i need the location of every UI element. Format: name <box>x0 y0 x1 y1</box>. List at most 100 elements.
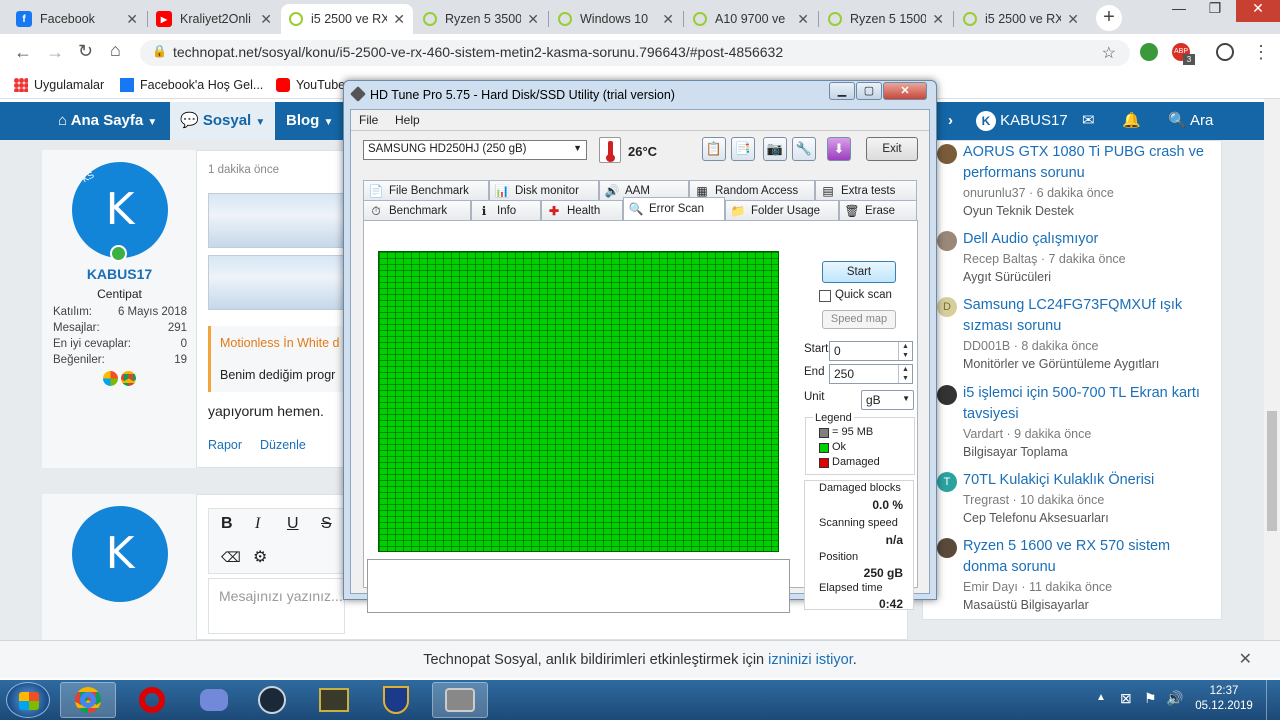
tab-0[interactable]: f Facebook ✕ <box>8 4 146 34</box>
unit-select[interactable]: gB ▼ <box>861 390 914 410</box>
copy-all-icon[interactable]: 📑 <box>731 137 755 161</box>
notification-permission-link[interactable]: izninizi istiyor <box>768 652 853 668</box>
spin-arrows-icon[interactable]: ▲ ▼ <box>898 365 912 383</box>
close-window-button[interactable]: ✕ <box>1236 0 1280 22</box>
new-tab-button[interactable]: + <box>1096 5 1122 31</box>
start-scan-button[interactable]: Start <box>822 261 896 283</box>
edit-link[interactable]: Düzenle <box>260 438 306 452</box>
sidebar-thread[interactable]: AORUS GTX 1080 Ti PUBG crash ve performa… <box>937 142 1217 220</box>
menu-dots-icon[interactable]: ⋮ <box>1252 42 1270 63</box>
sidebar-thread[interactable]: D Samsung LC24FG73FQMXUf ışık sızması sor… <box>937 295 1217 373</box>
italic-icon[interactable]: I <box>255 515 260 533</box>
thread-title[interactable]: 70TL Kulakiçi Kulaklık Önerisi <box>963 470 1217 491</box>
bell-icon[interactable]: 🔔 <box>1122 102 1141 140</box>
network-icon[interactable]: ⊠ <box>1120 690 1132 707</box>
forward-icon[interactable]: → <box>46 42 64 63</box>
tab-6[interactable]: Ryzen 5 1500 ✕ <box>820 4 952 34</box>
bookmark-youtube[interactable]: YouTube <box>276 78 345 92</box>
thread-title[interactable]: AORUS GTX 1080 Ti PUBG crash ve performa… <box>963 142 1217 184</box>
taskbar-opera[interactable] <box>124 682 180 718</box>
save-download-icon[interactable]: ⬇ <box>827 137 851 161</box>
tab-1[interactable]: ▶ Kraliyet2Onli ✕ <box>148 4 280 34</box>
taskbar-discord[interactable] <box>186 682 242 718</box>
sidebar-thread[interactable]: Ryzen 5 1600 ve RX 570 sistem donma soru… <box>937 536 1217 614</box>
gear-icon[interactable]: ⚙ <box>253 547 267 567</box>
screenshot-camera-icon[interactable]: 📷 <box>763 137 787 161</box>
thread-forum[interactable]: Monitörler ve Görüntüleme Aygıtları <box>963 355 1217 373</box>
maximize-button[interactable]: ❐ <box>1198 0 1232 22</box>
tray-chevron-icon[interactable]: ▲ <box>1096 692 1106 703</box>
page-scrollbar[interactable] <box>1264 99 1280 640</box>
tab-health[interactable]: ✚ Health <box>541 200 623 220</box>
thread-forum[interactable]: Masaüstü Bilgisayarlar <box>963 596 1217 614</box>
tab-folder-usage[interactable]: 📁 Folder Usage <box>725 200 839 220</box>
tab-5[interactable]: A10 9700 ve ✕ <box>685 4 817 34</box>
drive-select[interactable]: SAMSUNG HD250HJ (250 gB) ▼ <box>363 140 587 160</box>
quote-author[interactable]: Motionless İn White d <box>220 336 340 350</box>
scrollbar-thumb[interactable] <box>1267 411 1277 531</box>
start-button[interactable] <box>6 682 50 718</box>
flag-icon[interactable]: ⚑ <box>1144 690 1157 707</box>
home-icon[interactable]: ⌂ <box>110 40 121 61</box>
tab-4[interactable]: Windows 10 ✕ <box>550 4 682 34</box>
chevron-right-icon[interactable]: › <box>948 102 953 140</box>
post-username[interactable]: KABUS17 <box>42 266 197 282</box>
thread-forum[interactable]: Aygıt Sürücüleri <box>963 268 1217 286</box>
reload-icon[interactable]: ↻ <box>78 41 93 62</box>
tab-error-scan[interactable]: 🔍 Error Scan <box>623 197 725 220</box>
address-bar[interactable]: 🔒 technopat.net/sosyal/konu/i5-2500-ve-r… <box>140 40 1130 66</box>
star-icon[interactable]: ☆ <box>1102 43 1116 63</box>
thread-forum[interactable]: Bilgisayar Toplama <box>963 443 1217 461</box>
tab-3[interactable]: Ryzen 5 3500 ✕ <box>415 4 547 34</box>
taskbar-shield-app[interactable] <box>368 682 424 718</box>
attachment-thumbnail[interactable] <box>208 193 345 248</box>
sidebar-thread[interactable]: T 70TL Kulakiçi Kulaklık Önerisi Tregrast … <box>937 470 1217 527</box>
report-link[interactable]: Rapor <box>208 438 242 452</box>
taskbar-hdtune[interactable] <box>432 682 488 718</box>
quick-scan-checkbox[interactable] <box>819 290 831 302</box>
nav-social[interactable]: 💬 Sosyal ▼ <box>170 102 276 140</box>
close-icon[interactable]: ✕ <box>797 11 809 28</box>
tab-2-active[interactable]: i5 2500 ve RX ✕ <box>281 4 413 34</box>
hdtune-close-button[interactable]: ✕ <box>883 82 927 100</box>
sidebar-thread[interactable]: i5 işlemci için 500-700 TL Ekran kartı t… <box>937 383 1217 461</box>
exit-button[interactable]: Exit <box>866 137 918 161</box>
nav-search[interactable]: 🔍 Ara <box>1168 102 1213 140</box>
spin-arrows-icon[interactable]: ▲ ▼ <box>898 342 912 360</box>
close-icon[interactable]: ✕ <box>527 11 539 28</box>
bookmark-facebook[interactable]: Facebook'a Hoş Gel... <box>120 78 263 92</box>
taskbar-steam[interactable] <box>244 682 300 718</box>
thread-title[interactable]: Ryzen 5 1600 ve RX 570 sistem donma soru… <box>963 536 1217 578</box>
hdtune-maximize-button[interactable]: ▢ <box>856 82 882 100</box>
soccer-ball-icon[interactable] <box>1216 43 1234 61</box>
globe-extension-icon[interactable] <box>1140 43 1158 61</box>
tab-erase[interactable]: 🗑 Erase <box>839 200 917 220</box>
tab-info[interactable]: ℹ Info <box>471 200 541 220</box>
thread-forum[interactable]: Cep Telefonu Aksesuarları <box>963 509 1217 527</box>
end-input[interactable]: 250 ▲ ▼ <box>829 364 913 384</box>
thread-title[interactable]: Samsung LC24FG73FQMXUf ışık sızması soru… <box>963 295 1217 337</box>
close-icon[interactable]: ✕ <box>662 11 674 28</box>
options-wrench-icon[interactable]: 🔧 <box>792 137 816 161</box>
show-desktop-button[interactable] <box>1266 680 1280 720</box>
hdtune-minimize-button[interactable]: ▁ <box>829 82 855 100</box>
minimize-button[interactable]: — <box>1162 0 1196 22</box>
tab-disk-monitor[interactable]: 📊 Disk monitor <box>489 180 599 200</box>
strikethrough-icon[interactable]: S <box>321 515 332 533</box>
close-icon[interactable]: ✕ <box>126 11 138 28</box>
start-input[interactable]: 0 ▲ ▼ <box>829 341 913 361</box>
close-icon[interactable]: ✕ <box>393 11 405 28</box>
thread-title[interactable]: i5 işlemci için 500-700 TL Ekran kartı t… <box>963 383 1217 425</box>
speed-map-button[interactable]: Speed map <box>822 310 896 329</box>
thread-title[interactable]: Dell Audio çalışmıyor <box>963 229 1217 250</box>
message-input[interactable]: Mesajınızı yazınız... <box>208 578 345 634</box>
taskbar-chrome[interactable] <box>60 682 116 718</box>
tab-benchmark[interactable]: ⏱ Benchmark <box>363 200 471 220</box>
underline-icon[interactable]: U <box>287 515 299 533</box>
close-icon[interactable]: ✕ <box>1239 641 1252 679</box>
close-icon[interactable]: ✕ <box>260 11 272 28</box>
copy-info-icon[interactable]: 📋 <box>702 137 726 161</box>
inbox-icon[interactable]: ✉ <box>1082 102 1095 140</box>
bookmark-apps[interactable]: Uygulamalar <box>14 78 104 92</box>
back-icon[interactable]: ← <box>14 42 32 63</box>
